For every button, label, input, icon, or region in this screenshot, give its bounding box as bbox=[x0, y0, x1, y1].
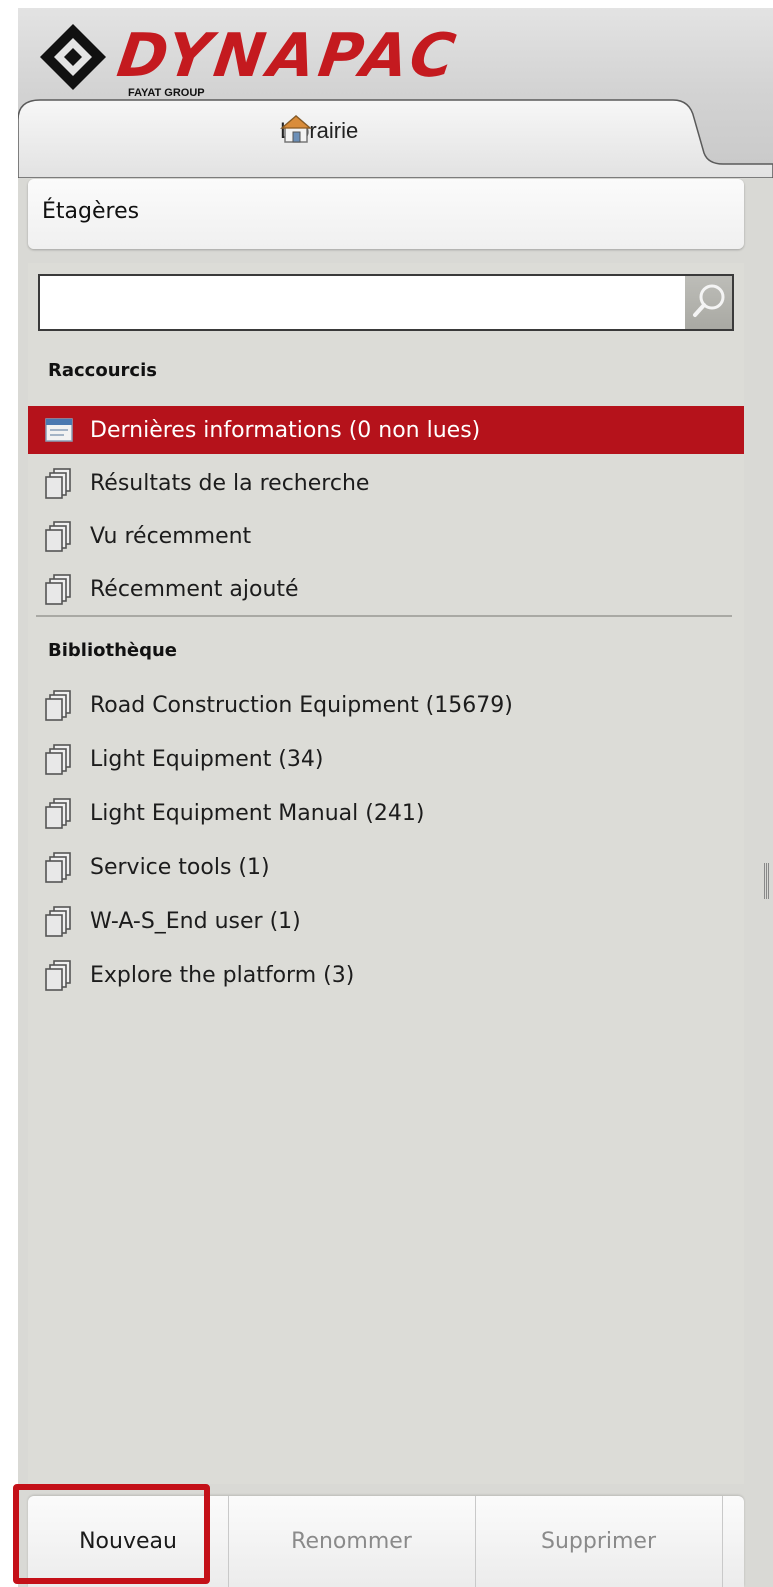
library-item-label: Road Construction Equipment (15679) bbox=[90, 692, 513, 718]
shelves-header: Étagères bbox=[28, 179, 744, 249]
book-stack-icon bbox=[45, 798, 71, 829]
section-divider bbox=[36, 615, 732, 617]
library-window: DYNAPAC FAYAT GROUP Librairie Étagères R… bbox=[18, 8, 773, 1587]
rename-button[interactable]: Renommer bbox=[228, 1496, 476, 1587]
library-item-label: W-A-S_End user (1) bbox=[90, 908, 301, 934]
page-title: Étagères bbox=[42, 199, 140, 224]
book-stack-icon bbox=[45, 521, 71, 552]
resize-grip-handle[interactable] bbox=[764, 863, 770, 899]
shortcut-label: Récemment ajouté bbox=[90, 576, 299, 602]
logo-wordmark: DYNAPAC bbox=[113, 21, 464, 91]
shortcut-latest-news[interactable]: Dernières informations (0 non lues) bbox=[28, 406, 744, 454]
delete-button[interactable]: Supprimer bbox=[475, 1496, 723, 1587]
news-icon bbox=[45, 418, 73, 442]
library-item-label: Explore the platform (3) bbox=[90, 962, 355, 988]
library-item-was-end-user[interactable]: W-A-S_End user (1) bbox=[28, 897, 744, 945]
library-item-service-tools[interactable]: Service tools (1) bbox=[28, 843, 744, 891]
book-stack-icon bbox=[45, 574, 71, 605]
tab-label-group: Librairie bbox=[280, 114, 358, 148]
shortcut-recently-viewed[interactable]: Vu récemment bbox=[28, 512, 744, 560]
shortcut-label: Vu récemment bbox=[90, 523, 252, 549]
book-stack-icon bbox=[45, 852, 71, 883]
shortcut-label: Dernières informations (0 non lues) bbox=[90, 417, 481, 443]
book-stack-icon bbox=[45, 906, 71, 937]
dynapac-logo[interactable]: DYNAPAC FAYAT GROUP bbox=[38, 16, 558, 102]
action-footer: Nouveau Renommer Supprimer bbox=[28, 1496, 744, 1587]
book-stack-icon bbox=[45, 744, 71, 775]
library-item-road-construction[interactable]: Road Construction Equipment (15679) bbox=[28, 681, 744, 729]
library-item-explore-platform[interactable]: Explore the platform (3) bbox=[28, 951, 744, 999]
search-bar bbox=[38, 274, 734, 331]
search-input[interactable] bbox=[40, 276, 680, 329]
shortcut-search-results[interactable]: Résultats de la recherche bbox=[28, 459, 744, 507]
tab-librairie[interactable]: Librairie bbox=[18, 98, 773, 178]
search-button[interactable] bbox=[685, 276, 732, 329]
shortcut-label: Résultats de la recherche bbox=[90, 470, 370, 496]
new-button[interactable]: Nouveau bbox=[28, 1496, 229, 1587]
library-item-label: Service tools (1) bbox=[90, 854, 270, 880]
library-item-label: Light Equipment Manual (241) bbox=[90, 800, 425, 826]
library-item-label: Light Equipment (34) bbox=[90, 746, 324, 772]
tab-shape bbox=[18, 99, 773, 178]
search-icon bbox=[693, 284, 725, 317]
logo-diamond-icon bbox=[40, 24, 106, 90]
library-heading: Bibliothèque bbox=[48, 640, 178, 661]
shelves-panel: Raccourcis Dernières informations (0 non… bbox=[28, 263, 744, 1484]
book-stack-icon bbox=[45, 468, 71, 499]
shortcuts-heading: Raccourcis bbox=[48, 360, 157, 381]
book-stack-icon bbox=[45, 960, 71, 991]
library-item-light-equipment-manual[interactable]: Light Equipment Manual (241) bbox=[28, 789, 744, 837]
shortcut-recently-added[interactable]: Récemment ajouté bbox=[28, 565, 744, 613]
book-stack-icon bbox=[45, 690, 71, 721]
app-header: DYNAPAC FAYAT GROUP Librairie bbox=[18, 8, 773, 178]
home-icon bbox=[280, 115, 312, 143]
library-item-light-equipment[interactable]: Light Equipment (34) bbox=[28, 735, 744, 783]
